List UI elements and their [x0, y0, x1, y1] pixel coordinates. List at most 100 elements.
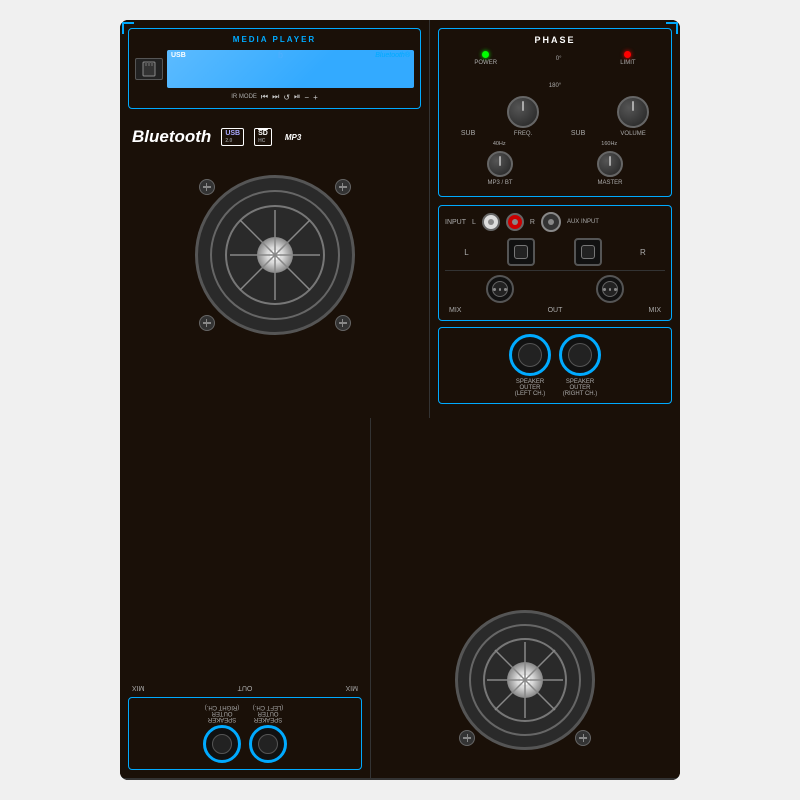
trs-row: L R [445, 238, 665, 266]
xlr-right-inner [602, 281, 618, 297]
limit-led [624, 51, 631, 58]
rca-inputs-row: INPUT L R AUX INPUT [445, 212, 665, 232]
lcd-display: USB ɓ Bluetooth® [167, 50, 414, 88]
speaker2-ch: (RIGHT CH.) [563, 391, 598, 397]
trs-right-jack[interactable] [574, 238, 602, 266]
bottom-speaker-left: SPEAKEROUTER(LEFT CH.) [249, 704, 287, 763]
usb-label: USB [171, 52, 186, 59]
vol-down-button[interactable]: − [304, 93, 309, 102]
top-section: MEDIA PLAYER USB ɓ [120, 20, 680, 418]
fan-spokes [225, 205, 325, 305]
trs-left-jack[interactable] [507, 238, 535, 266]
bottom-speaker-box: SPEAKEROUTER(LEFT CH.) SPEAKEROUTER(RIGH… [128, 697, 362, 770]
bottom-screw-tl [576, 730, 592, 746]
sub-right-label: SUB [571, 130, 585, 137]
speaker-right-connector: SPEAKER OUTER (RIGHT CH.) [559, 334, 601, 397]
bottom-section: SPEAKEROUTER(LEFT CH.) SPEAKEROUTER(RIGH… [120, 418, 680, 780]
ir-mode-label: IR MODE [231, 94, 257, 100]
rca-right-center [512, 219, 518, 225]
mix-out-row: MIX OUT MIX [445, 307, 665, 314]
usb-badge: USB2.0 [221, 128, 244, 146]
sub-left-group: SUB [461, 130, 475, 137]
speaker-left-label: SPEAKER OUTER (LEFT CH.) [515, 379, 546, 397]
right-panel-top: PHASE POWER 0° LIMIT [430, 20, 680, 418]
right-panel-bottom: SPEAKEROUTER(LEFT CH.) SPEAKEROUTER(RIGH… [120, 418, 370, 778]
volume-label: VOLUME [620, 131, 645, 137]
hz40-label: 40Hz [493, 141, 506, 147]
bottom-fan-container [456, 610, 596, 750]
screw-bottom-right [335, 315, 351, 331]
bottom-mix-row: MIX OUT MIX [128, 684, 362, 691]
prev-button[interactable]: ⏮ [261, 92, 268, 102]
sd-badge: SDHC [254, 128, 272, 146]
xlr-pin-1 [493, 288, 496, 291]
speaker-connectors: SPEAKER OUTER (LEFT CH.) SPEAKER OUTER (… [445, 334, 665, 397]
speaker-left-connector: SPEAKER OUTER (LEFT CH.) [509, 334, 551, 397]
play-pause-button[interactable]: ⏯ [294, 92, 300, 102]
master-knob[interactable] [597, 151, 623, 177]
knobs-row-2: MP3 / BT MASTER [445, 151, 665, 186]
speakon-right[interactable] [559, 334, 601, 376]
bluetooth-symbol: ɓ [278, 50, 283, 60]
hz160-label: 160Hz [601, 141, 617, 147]
bluetooth-feature-label: Bluetooth [132, 127, 211, 147]
phase-box: PHASE POWER 0° LIMIT [438, 28, 672, 197]
aux-center [548, 219, 554, 225]
divider-1 [445, 270, 665, 271]
phase-title: PHASE [445, 35, 665, 45]
mp3bt-knob[interactable] [487, 151, 513, 177]
xlr-pin-5 [609, 288, 612, 291]
mp3bt-label: MP3 / BT [487, 180, 512, 186]
bottom-speakon-right-inner [212, 734, 232, 754]
trs-left-inner [514, 245, 528, 259]
limit-indicator: LIMIT [620, 51, 635, 66]
phase-indicators: POWER 0° LIMIT [445, 51, 665, 66]
xlr-right-jack[interactable] [596, 275, 624, 303]
power-indicator: POWER [474, 51, 497, 66]
bottom-fan-outer [456, 610, 596, 750]
volume-knob[interactable] [617, 96, 649, 128]
bottom-speaker-right: SPEAKEROUTER(RIGHT CH.) [203, 704, 241, 763]
vol-up-button[interactable]: + [313, 93, 318, 102]
bluetooth-label: Bluetooth® [375, 52, 410, 59]
input-label: INPUT [445, 219, 466, 226]
rca-right-jack[interactable] [506, 213, 524, 231]
bottom-speaker-left-label: SPEAKEROUTER(LEFT CH.) [253, 704, 284, 722]
sd-card-icon [135, 58, 163, 80]
speakon-left[interactable] [509, 334, 551, 376]
knobs-row-1: SUB FREQ. SUB VOLUME [445, 96, 665, 137]
xlr-pin-2 [499, 288, 502, 291]
xlr-pin-6 [614, 288, 617, 291]
sub-right-group: SUB [571, 130, 585, 137]
rca-left-jack[interactable] [482, 213, 500, 231]
mix-left-label: MIX [449, 307, 461, 314]
bottom-fan-spokes [484, 638, 568, 722]
speaker1-ch: (LEFT CH.) [515, 391, 546, 397]
freq-range-row: 40Hz 160Hz [445, 141, 665, 147]
deg0-indicator: 0° [556, 56, 562, 62]
bottom-out-label: OUT [238, 684, 253, 691]
bottom-speakon-left[interactable] [249, 725, 287, 763]
fan-outer [195, 175, 355, 335]
deg0-label: 0° [556, 56, 562, 62]
freq-knob[interactable] [507, 96, 539, 128]
xlr-left-jack[interactable] [486, 275, 514, 303]
limit-label: LIMIT [620, 60, 635, 66]
screw-bottom-left [199, 315, 215, 331]
r-input-label: R [530, 219, 535, 226]
trs-l-label: L [464, 248, 468, 257]
feature-row: Bluetooth USB2.0 SDHC MP3 [128, 119, 421, 155]
bottom-speakon-right[interactable] [203, 725, 241, 763]
vol-knob-group: VOLUME [617, 96, 649, 137]
mp3-badge: MP3 [282, 132, 304, 143]
bottom-fan-ring [470, 624, 582, 736]
master-label: MASTER [597, 180, 622, 186]
inputs-box: INPUT L R AUX INPUT L [438, 205, 672, 321]
speaker-right-label: SPEAKER OUTER (RIGHT CH.) [563, 379, 598, 397]
rca-left-center [488, 219, 494, 225]
aux-jack[interactable] [541, 212, 561, 232]
media-player-box: MEDIA PLAYER USB ɓ [128, 28, 421, 109]
next-button[interactable]: ⏭ [272, 92, 279, 102]
power-led [482, 51, 489, 58]
repeat-button[interactable]: ↺ [283, 93, 290, 102]
